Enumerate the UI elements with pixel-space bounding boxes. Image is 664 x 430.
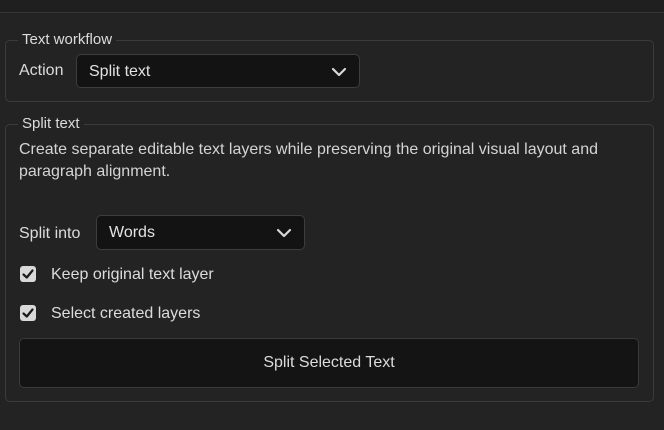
- text-workflow-legend: Text workflow: [22, 31, 113, 48]
- checkmark-icon: [22, 269, 34, 279]
- split-text-legend: Split text: [22, 115, 80, 132]
- split-selected-text-button[interactable]: Split Selected Text: [19, 338, 639, 388]
- split-into-dropdown[interactable]: Words: [96, 215, 305, 250]
- action-dropdown[interactable]: Split text: [76, 54, 360, 88]
- checkmark-icon: [22, 308, 34, 318]
- keep-original-checkbox[interactable]: [20, 266, 36, 282]
- split-into-dropdown-value: Words: [109, 224, 155, 241]
- chevron-down-icon: [331, 64, 347, 80]
- select-created-checkbox[interactable]: [20, 305, 36, 321]
- top-toolbar-strip: [0, 0, 664, 13]
- action-label: Action: [19, 62, 64, 79]
- text-workflow-panel: Text workflow Action Split text Split te…: [0, 0, 664, 430]
- split-into-label: Split into: [19, 225, 81, 242]
- split-selected-text-button-label: Split Selected Text: [263, 354, 395, 371]
- split-text-description: Create separate editable text layers whi…: [19, 141, 598, 180]
- keep-original-label[interactable]: Keep original text layer: [51, 266, 214, 284]
- select-created-label[interactable]: Select created layers: [51, 305, 200, 323]
- action-dropdown-value: Split text: [89, 63, 151, 80]
- chevron-down-icon: [276, 225, 292, 241]
